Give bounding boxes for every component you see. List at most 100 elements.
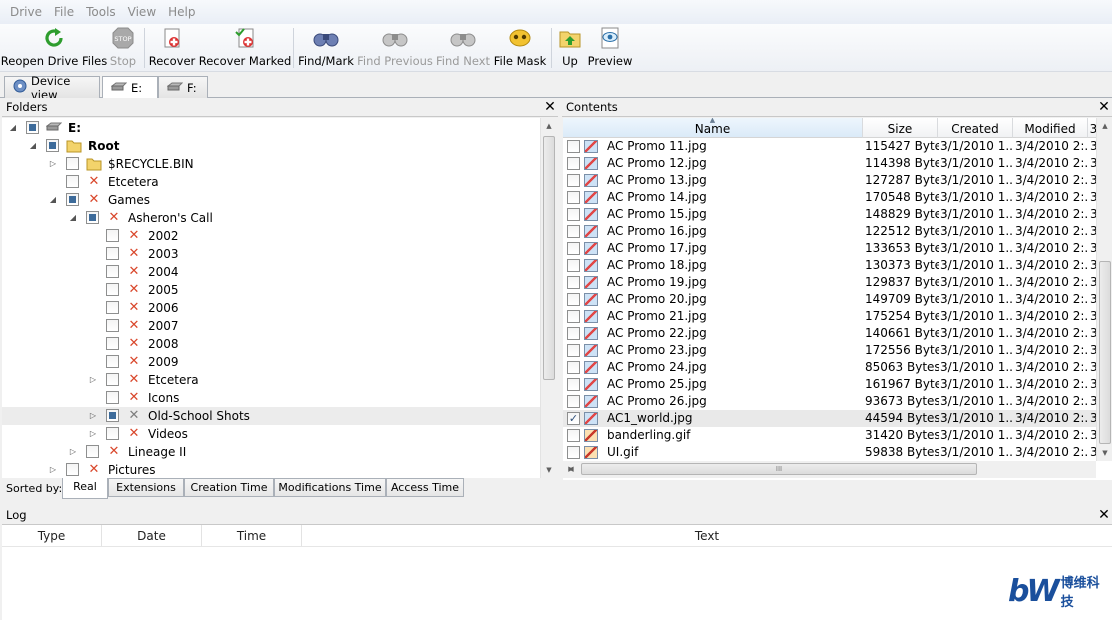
tree-checkbox[interactable]	[106, 355, 119, 368]
recover-marked-button[interactable]: Recover Marked	[199, 26, 291, 70]
find-previous-button[interactable]: Find Previous	[357, 26, 433, 70]
table-row[interactable]: AC Promo 25.jpg 161967 Bytes3/1/2010 1...…	[563, 376, 1098, 393]
log-column-type[interactable]: Type	[2, 525, 102, 547]
close-icon[interactable]: ✕	[544, 98, 556, 116]
find-mark-button[interactable]: Find/Mark	[298, 26, 354, 70]
tab-drive-f[interactable]: F:	[158, 76, 208, 98]
menu-view[interactable]: View	[122, 5, 162, 19]
row-checkbox[interactable]	[567, 429, 580, 442]
tree-checkbox[interactable]	[106, 319, 119, 332]
tree-node[interactable]: ▷ ✕ Lineage II	[2, 443, 540, 461]
row-checkbox[interactable]	[567, 344, 580, 357]
tree-node[interactable]: ✕ 2002	[2, 227, 540, 245]
log-column-text[interactable]: Text	[302, 525, 1112, 547]
tree-node[interactable]: ▷ ✕ Videos	[2, 425, 540, 443]
tree-checkbox[interactable]	[106, 301, 119, 314]
row-checkbox[interactable]	[567, 208, 580, 221]
contents-hscrollbar[interactable]: ◀ III ▶	[563, 461, 1096, 478]
scroll-up-arrow-icon[interactable]: ▲	[541, 118, 557, 134]
column-header-name[interactable]: ▲ Name	[563, 118, 863, 138]
file-mask-button[interactable]: File Mask	[494, 26, 546, 70]
column-header-modified[interactable]: Modified	[1013, 118, 1088, 138]
tree-node[interactable]: ✕ 2009	[2, 353, 540, 371]
row-checkbox[interactable]	[567, 395, 580, 408]
tree-checkbox[interactable]	[86, 445, 99, 458]
table-row[interactable]: AC Promo 20.jpg 149709 Bytes3/1/2010 1...…	[563, 291, 1098, 308]
tree-checkbox[interactable]	[66, 193, 79, 206]
tree-node[interactable]: ▷ ✕ Old-School Shots	[2, 407, 540, 425]
tab-device-view[interactable]: Device view	[4, 74, 100, 102]
row-checkbox[interactable]	[567, 327, 580, 340]
tree-checkbox[interactable]	[106, 229, 119, 242]
collapse-arrow-icon[interactable]: ◢	[28, 141, 38, 151]
column-header-created[interactable]: Created	[938, 118, 1013, 138]
row-checkbox[interactable]	[567, 157, 580, 170]
tree-checkbox[interactable]	[66, 463, 79, 476]
table-row[interactable]: UI.gif 59838 Bytes 3/1/2010 1... 3/4/2010 2…	[563, 444, 1098, 461]
stop-button[interactable]: STOP Stop	[106, 26, 140, 70]
table-row[interactable]: AC Promo 24.jpg 85063 Bytes 3/1/2010 1... 3…	[563, 359, 1098, 376]
table-row[interactable]: AC Promo 11.jpg 115427 Bytes3/1/2010 1...…	[563, 138, 1098, 155]
tree-checkbox[interactable]	[66, 175, 79, 188]
expand-arrow-icon[interactable]: ▷	[88, 375, 98, 385]
tree-checkbox[interactable]	[106, 247, 119, 260]
tree-node[interactable]: ▷ ✕ Etcetera	[2, 371, 540, 389]
sort-tab-real[interactable]: Real	[62, 478, 108, 499]
tree-checkbox[interactable]	[26, 121, 39, 134]
preview-button[interactable]: Preview	[588, 26, 632, 70]
expand-arrow-icon[interactable]: ▷	[48, 465, 58, 475]
table-row[interactable]: AC Promo 12.jpg 114398 Bytes3/1/2010 1...…	[563, 155, 1098, 172]
tree-checkbox[interactable]	[106, 391, 119, 404]
tree-node[interactable]: ✕ 2006	[2, 299, 540, 317]
tree-checkbox[interactable]	[106, 283, 119, 296]
scroll-down-arrow-icon[interactable]: ▼	[1097, 445, 1112, 461]
row-checkbox[interactable]	[567, 174, 580, 187]
menu-drive[interactable]: Drive	[4, 5, 48, 19]
collapse-arrow-icon[interactable]: ◢	[48, 195, 58, 205]
table-row[interactable]: AC Promo 18.jpg 130373 Bytes3/1/2010 1...…	[563, 257, 1098, 274]
row-checkbox[interactable]	[567, 225, 580, 238]
expand-arrow-icon[interactable]: ▷	[68, 447, 78, 457]
log-column-time[interactable]: Time	[202, 525, 302, 547]
table-row[interactable]: banderling.gif 31420 Bytes 3/1/2010 1... 3/…	[563, 427, 1098, 444]
column-header-size[interactable]: Size	[863, 118, 938, 138]
sort-tab-creation-time[interactable]: Creation Time	[184, 478, 274, 497]
tree-checkbox[interactable]	[106, 265, 119, 278]
expand-arrow-icon[interactable]: ▷	[88, 429, 98, 439]
scroll-down-arrow-icon[interactable]: ▼	[541, 462, 557, 478]
close-icon[interactable]: ✕	[1098, 506, 1110, 524]
table-row[interactable]: AC Promo 22.jpg 140661 Bytes3/1/2010 1...…	[563, 325, 1098, 342]
sort-tab-extensions[interactable]: Extensions	[108, 478, 184, 497]
tree-node[interactable]: ✕ 2005	[2, 281, 540, 299]
tree-node[interactable]: ✕ 2008	[2, 335, 540, 353]
row-checkbox[interactable]	[567, 446, 580, 459]
scroll-thumb[interactable]: III	[581, 463, 977, 475]
tree-node[interactable]: ✕ 2007	[2, 317, 540, 335]
row-checkbox[interactable]: ✓	[567, 412, 580, 425]
tree-node[interactable]: ✕ Icons	[2, 389, 540, 407]
menu-tools[interactable]: Tools	[80, 5, 122, 19]
tree-node[interactable]: ◢ ✕ Games	[2, 191, 540, 209]
menu-help[interactable]: Help	[162, 5, 201, 19]
scroll-right-arrow-icon[interactable]: ▶	[563, 461, 579, 477]
row-checkbox[interactable]	[567, 378, 580, 391]
tree-checkbox[interactable]	[86, 211, 99, 224]
row-checkbox[interactable]	[567, 361, 580, 374]
row-checkbox[interactable]	[567, 259, 580, 272]
row-checkbox[interactable]	[567, 140, 580, 153]
tree-checkbox[interactable]	[106, 373, 119, 386]
tree-node[interactable]: ◢ ✕ Asheron's Call	[2, 209, 540, 227]
tree-node[interactable]: ◢ E:	[2, 119, 540, 137]
collapse-arrow-icon[interactable]: ◢	[8, 123, 18, 133]
tree-checkbox[interactable]	[46, 139, 59, 152]
folder-tree-scrollbar[interactable]: ▲ ▼	[540, 118, 557, 478]
table-row[interactable]: AC Promo 13.jpg 127287 Bytes3/1/2010 1...…	[563, 172, 1098, 189]
close-icon[interactable]: ✕	[1098, 98, 1110, 116]
scroll-thumb[interactable]	[1099, 261, 1111, 444]
scroll-up-arrow-icon[interactable]: ▲	[1097, 118, 1112, 134]
collapse-arrow-icon[interactable]: ◢	[68, 213, 78, 223]
table-row[interactable]: AC Promo 14.jpg 170548 Bytes3/1/2010 1...…	[563, 189, 1098, 206]
table-row[interactable]: AC Promo 15.jpg 148829 Bytes3/1/2010 1...…	[563, 206, 1098, 223]
table-row[interactable]: AC Promo 19.jpg 129837 Bytes3/1/2010 1...…	[563, 274, 1098, 291]
table-row[interactable]: AC Promo 21.jpg 175254 Bytes3/1/2010 1...…	[563, 308, 1098, 325]
